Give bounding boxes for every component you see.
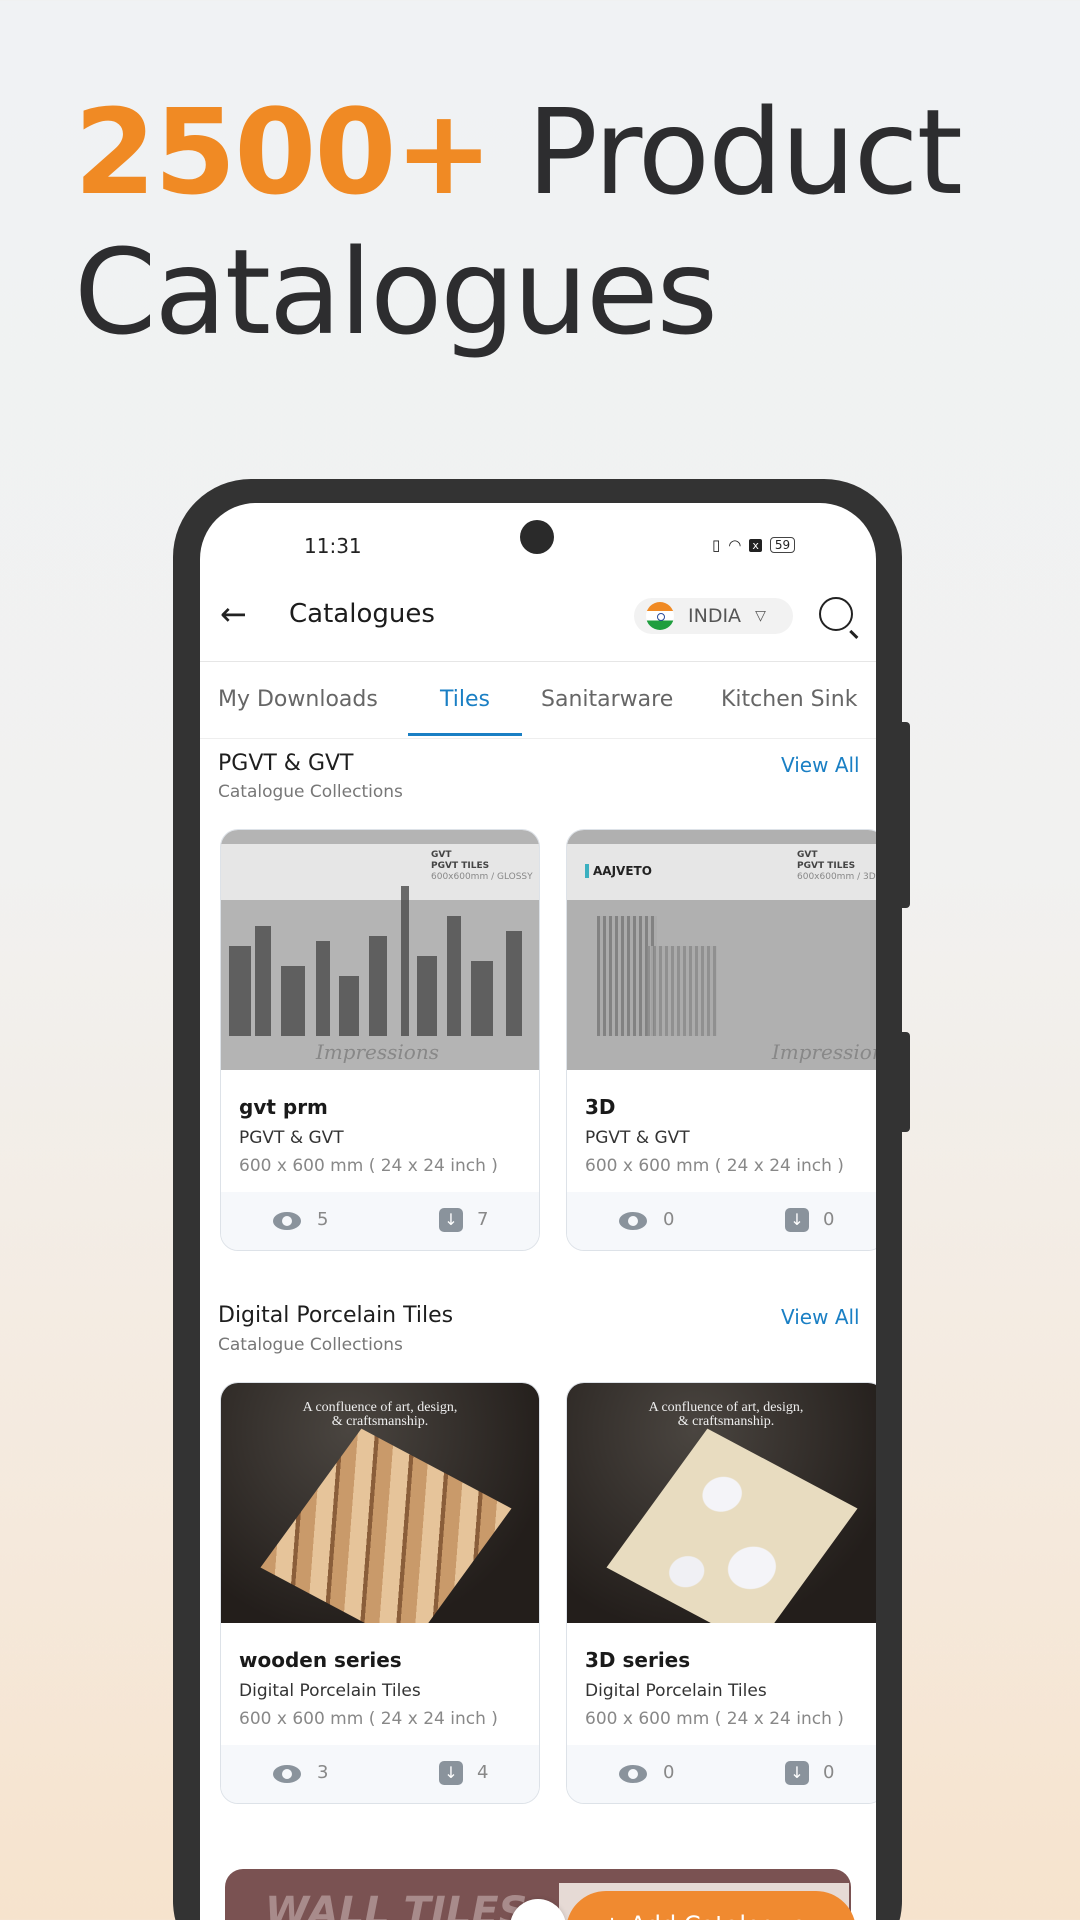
search-icon[interactable] bbox=[819, 597, 853, 631]
catalogue-thumbnail: A confluence of art, design, & craftsman… bbox=[221, 1383, 539, 1623]
catalogue-title: wooden series bbox=[239, 1648, 402, 1672]
wifi-icon: ◠ bbox=[728, 536, 742, 554]
banner-text: WALL TILES bbox=[265, 1889, 528, 1920]
section-title: PGVT & GVT bbox=[218, 751, 354, 776]
divider bbox=[200, 661, 876, 662]
sim-off-icon: x bbox=[749, 538, 762, 552]
catalogue-title: 3D series bbox=[585, 1648, 691, 1672]
section-subtitle: Catalogue Collections bbox=[218, 1335, 403, 1355]
tab-my-downloads[interactable]: My Downloads bbox=[218, 687, 378, 712]
download-icon[interactable]: ↓ bbox=[785, 1208, 809, 1232]
card-stats: 3 ↓ 4 bbox=[221, 1745, 539, 1803]
headline: 2500+ Product Catalogues bbox=[74, 82, 963, 362]
catalogue-size: 600 x 600 mm ( 24 x 24 inch ) bbox=[239, 1709, 498, 1729]
card-stats: 5 ↓ 7 bbox=[221, 1192, 539, 1250]
catalogue-card[interactable]: GVT PGVT TILES 600x600mm / 3D AAJVETO Impr… bbox=[566, 829, 876, 1251]
eye-icon bbox=[273, 1765, 301, 1783]
section-subtitle: Catalogue Collections bbox=[218, 782, 403, 802]
catalogue-thumbnail: GVT PGVT TILES 600x600mm / GLOSSY Impressi… bbox=[221, 830, 539, 1070]
battery-icon: 59 bbox=[769, 537, 796, 553]
download-count: 0 bbox=[823, 1762, 835, 1783]
headline-accent: 2500+ bbox=[74, 83, 493, 221]
catalogue-card[interactable]: A confluence of art, design, & craftsman… bbox=[220, 1382, 540, 1804]
phone-screen: 11:31 ▯ ◠ x 59 ← Catalogues INDIA ▽ My D… bbox=[200, 503, 876, 1920]
india-flag-icon bbox=[646, 602, 674, 630]
chevron-down-icon: ▽ bbox=[755, 608, 766, 624]
download-count: 4 bbox=[477, 1762, 489, 1783]
tab-tiles[interactable]: Tiles bbox=[440, 687, 490, 712]
country-selector[interactable]: INDIA ▽ bbox=[634, 598, 793, 634]
tab-bar: My Downloads Tiles Sanitarware Kitchen S… bbox=[200, 673, 876, 739]
back-arrow-icon[interactable]: ← bbox=[220, 595, 247, 633]
catalogue-category: Digital Porcelain Tiles bbox=[239, 1681, 421, 1701]
add-catalogue-button[interactable]: + Add Catalogue bbox=[566, 1891, 856, 1920]
country-label: INDIA bbox=[688, 605, 742, 627]
download-icon[interactable]: ↓ bbox=[439, 1761, 463, 1785]
catalogue-card[interactable]: A confluence of art, design, & craftsman… bbox=[566, 1382, 876, 1804]
catalogue-size: 600 x 600 mm ( 24 x 24 inch ) bbox=[585, 1156, 844, 1176]
view-all-link[interactable]: View All bbox=[781, 753, 860, 777]
view-count: 3 bbox=[317, 1762, 329, 1783]
page-title: Catalogues bbox=[289, 599, 435, 629]
download-count: 0 bbox=[823, 1209, 835, 1230]
catalogue-category: PGVT & GVT bbox=[585, 1128, 690, 1148]
section-title: Digital Porcelain Tiles bbox=[218, 1303, 454, 1328]
catalogue-title: 3D bbox=[585, 1095, 616, 1119]
brand-logo: AAJVETO bbox=[585, 864, 652, 878]
view-count: 5 bbox=[317, 1209, 329, 1230]
view-all-link[interactable]: View All bbox=[781, 1305, 860, 1329]
card-stats: 0 ↓ 0 bbox=[567, 1745, 876, 1803]
catalogue-size: 600 x 600 mm ( 24 x 24 inch ) bbox=[585, 1709, 844, 1729]
headline-line1: Product bbox=[491, 83, 963, 221]
catalogue-thumbnail: GVT PGVT TILES 600x600mm / 3D AAJVETO Impr… bbox=[567, 830, 876, 1070]
catalogue-size: 600 x 600 mm ( 24 x 24 inch ) bbox=[239, 1156, 498, 1176]
eye-icon bbox=[619, 1212, 647, 1230]
download-icon[interactable]: ↓ bbox=[439, 1208, 463, 1232]
tab-sanitarware[interactable]: Sanitarware bbox=[541, 687, 673, 712]
headline-line2: Catalogues bbox=[74, 223, 718, 361]
eye-icon bbox=[273, 1212, 301, 1230]
download-count: 7 bbox=[477, 1209, 489, 1230]
view-count: 0 bbox=[663, 1209, 675, 1230]
volume-button bbox=[900, 722, 910, 908]
download-icon[interactable]: ↓ bbox=[785, 1761, 809, 1785]
card-stats: 0 ↓ 0 bbox=[567, 1192, 876, 1250]
view-count: 0 bbox=[663, 1762, 675, 1783]
camera-cutout bbox=[520, 520, 554, 554]
eye-icon bbox=[619, 1765, 647, 1783]
catalogue-category: Digital Porcelain Tiles bbox=[585, 1681, 767, 1701]
status-icons: ▯ ◠ x 59 bbox=[712, 536, 796, 554]
power-button bbox=[900, 1032, 910, 1132]
tab-kitchen-sink[interactable]: Kitchen Sink bbox=[721, 687, 857, 712]
catalogue-card[interactable]: GVT PGVT TILES 600x600mm / GLOSSY Impressi… bbox=[220, 829, 540, 1251]
catalogue-category: PGVT & GVT bbox=[239, 1128, 344, 1148]
status-time: 11:31 bbox=[304, 534, 362, 558]
vibrate-icon: ▯ bbox=[712, 536, 721, 554]
catalogue-title: gvt prm bbox=[239, 1095, 328, 1119]
catalogue-thumbnail: A confluence of art, design, & craftsman… bbox=[567, 1383, 876, 1623]
active-tab-indicator bbox=[408, 733, 522, 736]
